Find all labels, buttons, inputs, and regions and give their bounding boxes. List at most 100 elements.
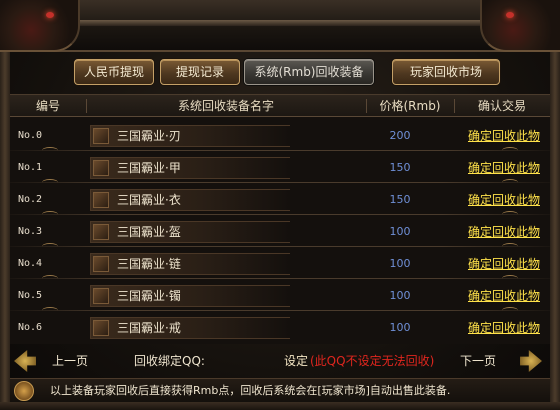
item-price: 150: [389, 161, 411, 174]
top-rail: [60, 20, 500, 26]
tab-withdraw-records[interactable]: 提现记录: [160, 59, 240, 85]
divider-ornament-icon: [42, 243, 58, 250]
confirm-recycle-link[interactable]: 确定回收此物: [458, 253, 550, 275]
item-price: 150: [389, 193, 411, 206]
table-row: No.3 三国霸业·盔 100 确定回收此物: [10, 221, 550, 253]
item-cell: 三国霸业·链: [90, 253, 290, 275]
equipment-icon: [93, 320, 109, 336]
item-name: 三国霸业·镯: [117, 289, 181, 303]
table-row: No.1 三国霸业·甲 150 确定回收此物: [10, 157, 550, 189]
top-ornamental-border: [0, 0, 560, 52]
prev-page-button[interactable]: 上一页: [14, 348, 110, 374]
header-num: 编号: [35, 99, 60, 113]
item-name: 三国霸业·衣: [117, 193, 181, 207]
equipment-icon: [93, 288, 109, 304]
prev-page-label: 上一页: [52, 354, 89, 368]
row-divider: [10, 182, 550, 183]
arrow-right-icon: [520, 350, 542, 372]
row-number: No.2: [18, 194, 43, 205]
confirm-recycle-link[interactable]: 确定回收此物: [458, 189, 550, 211]
side-border-left: [0, 52, 10, 410]
item-price: 200: [389, 129, 411, 142]
arrow-left-icon: [14, 350, 36, 372]
item-cell: 三国霸业·刃: [90, 125, 290, 147]
equipment-icon: [93, 128, 109, 144]
item-price: 100: [389, 225, 411, 238]
table-row: No.2 三国霸业·衣 150 确定回收此物: [10, 189, 550, 221]
row-number: No.1: [18, 162, 43, 173]
next-page-label: 下一页: [460, 354, 497, 368]
item-name: 三国霸业·戒: [117, 321, 181, 335]
item-price: 100: [389, 289, 411, 302]
divider-ornament-icon: [42, 147, 58, 154]
item-cell: 三国霸业·甲: [90, 157, 290, 179]
divider-ornament-icon: [42, 211, 58, 218]
qq-warning-text: (此QQ不设定无法回收): [310, 354, 435, 368]
divider-ornament-icon: [42, 307, 58, 314]
dragon-ornament-left-icon: [0, 0, 80, 52]
table-header: 编号 系统回收装备名字 价格(Rmb) 确认交易: [10, 95, 550, 117]
divider-ornament-icon: [502, 211, 518, 218]
row-number: No.4: [18, 258, 43, 269]
tab-system-recycle[interactable]: 系统(Rmb)回收装备: [244, 59, 374, 85]
table-row: No.5 三国霸业·镯 100 确定回收此物: [10, 285, 550, 317]
table-row: No.0 三国霸业·刃 200 确定回收此物: [10, 125, 550, 157]
divider-ornament-icon: [502, 179, 518, 186]
header-name: 系统回收装备名字: [177, 99, 274, 113]
divider-ornament-icon: [502, 243, 518, 250]
equipment-icon: [93, 160, 109, 176]
row-divider: [10, 310, 550, 311]
emblem-icon: [14, 381, 34, 401]
header-price: 价格(Rmb): [379, 99, 441, 113]
row-number: No.3: [18, 226, 43, 237]
dragon-ornament-right-icon: [480, 0, 560, 52]
item-cell: 三国霸业·盔: [90, 221, 290, 243]
row-number: No.6: [18, 322, 43, 333]
qq-set-link[interactable]: 设定: [284, 348, 308, 374]
row-divider: [10, 214, 550, 215]
equipment-icon: [93, 256, 109, 272]
divider-ornament-icon: [42, 275, 58, 282]
side-border-right: [550, 52, 560, 410]
qq-binding-label: 回收绑定QQ:: [134, 354, 205, 368]
confirm-recycle-link[interactable]: 确定回收此物: [458, 285, 550, 307]
equipment-icon: [93, 224, 109, 240]
recycle-window: 人民币提现 提现记录 系统(Rmb)回收装备 玩家回收市场 编号 系统回收装备名…: [0, 0, 560, 410]
row-number: No.5: [18, 290, 43, 301]
recycle-table: 编号 系统回收装备名字 价格(Rmb) 确认交易 No.0 三国霸业·刃 200…: [10, 94, 550, 344]
tab-player-market[interactable]: 玩家回收市场: [392, 59, 500, 85]
item-name: 三国霸业·链: [117, 257, 181, 271]
tab-bar: 人民币提现 提现记录 系统(Rmb)回收装备 玩家回收市场: [0, 59, 560, 87]
notice-text: 以上装备玩家回收后直接获得Rmb点，回收后系统会在[玩家市场]自动出售此装备.: [50, 384, 451, 397]
header-action: 确认交易: [477, 99, 526, 113]
pagination-bar: 上一页 回收绑定QQ: 设定 (此QQ不设定无法回收) 下一页: [10, 348, 550, 374]
bottom-border: [0, 402, 560, 410]
item-price: 100: [389, 257, 411, 270]
notice-bar: 以上装备玩家回收后直接获得Rmb点，回收后系统会在[玩家市场]自动出售此装备.: [10, 378, 550, 402]
divider-ornament-icon: [42, 179, 58, 186]
item-price: 100: [389, 321, 411, 334]
divider-ornament-icon: [502, 147, 518, 154]
confirm-recycle-link[interactable]: 确定回收此物: [458, 157, 550, 179]
dragon-eye-icon: [506, 12, 514, 18]
confirm-recycle-link[interactable]: 确定回收此物: [458, 125, 550, 147]
table-row: No.6 三国霸业·戒 100 确定回收此物: [10, 317, 550, 349]
row-number: No.0: [18, 130, 43, 141]
confirm-recycle-link[interactable]: 确定回收此物: [458, 221, 550, 243]
divider-ornament-icon: [502, 275, 518, 282]
item-name: 三国霸业·甲: [117, 161, 181, 175]
next-page-button[interactable]: 下一页: [446, 348, 550, 374]
table-row: No.4 三国霸业·链 100 确定回收此物: [10, 253, 550, 285]
item-name: 三国霸业·盔: [117, 225, 181, 239]
item-cell: 三国霸业·镯: [90, 285, 290, 307]
item-cell: 三国霸业·戒: [90, 317, 290, 339]
tab-rmb-withdraw[interactable]: 人民币提现: [74, 59, 154, 85]
divider-ornament-icon: [502, 307, 518, 314]
item-cell: 三国霸业·衣: [90, 189, 290, 211]
row-divider: [10, 278, 550, 279]
row-divider: [10, 246, 550, 247]
row-divider: [10, 150, 550, 151]
confirm-recycle-link[interactable]: 确定回收此物: [458, 317, 550, 339]
item-name: 三国霸业·刃: [117, 129, 181, 143]
equipment-icon: [93, 192, 109, 208]
